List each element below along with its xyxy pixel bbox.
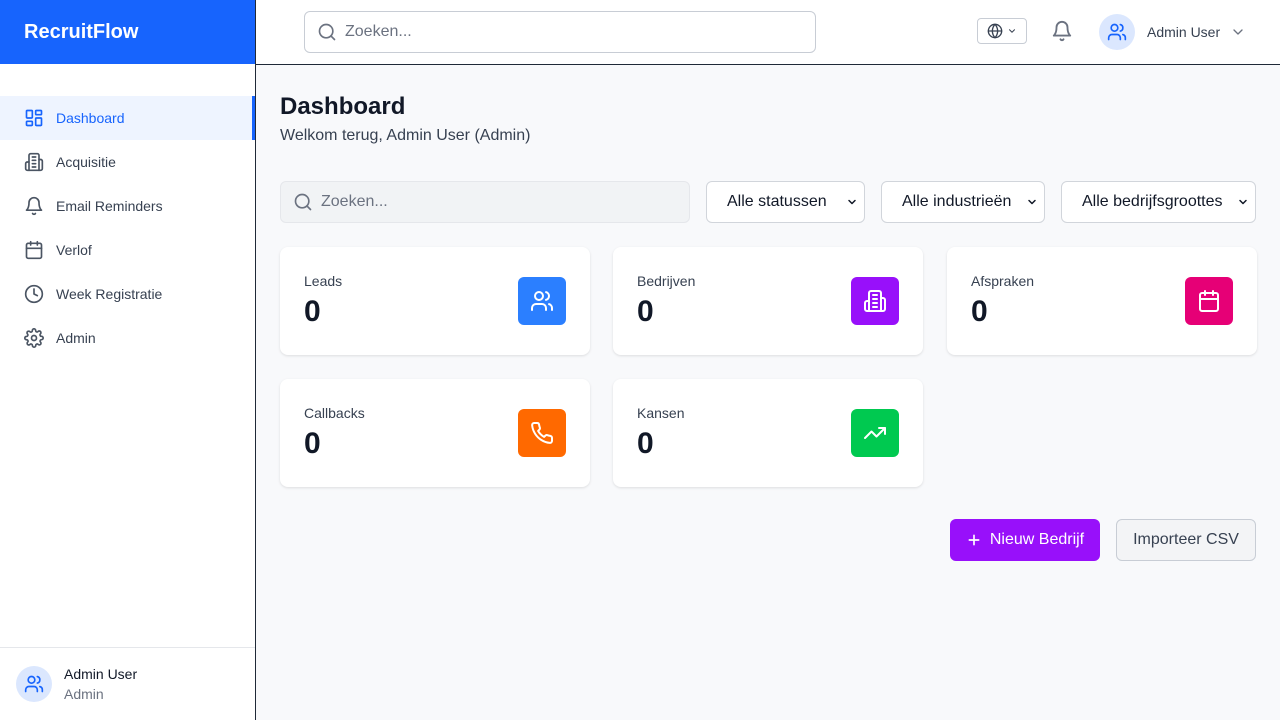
- chevron-down-icon: [1230, 24, 1246, 40]
- stat-card-label: Callbacks: [304, 405, 365, 421]
- sidebar-user-profile[interactable]: Admin User Admin: [0, 647, 255, 720]
- sidebar-item-dashboard[interactable]: Dashboard: [0, 96, 255, 140]
- stat-card-value: 0: [304, 427, 321, 460]
- filter-search-input[interactable]: [321, 193, 678, 211]
- calendar-icon: [1185, 277, 1233, 325]
- page-subtitle: Welkom terug, Admin User (Admin): [280, 127, 531, 144]
- gear-icon: [24, 328, 44, 348]
- company-size-filter-value: Alle bedrijfsgroottes: [1082, 193, 1223, 210]
- stat-card-label: Kansen: [637, 405, 685, 421]
- sidebar-item-label: Acquisitie: [56, 154, 116, 170]
- new-company-label: Nieuw Bedrijf: [989, 531, 1085, 548]
- users-icon: [1107, 23, 1127, 41]
- sidebar-item-week-registratie[interactable]: Week Registratie: [0, 272, 255, 316]
- bell-icon: [24, 196, 44, 216]
- import-csv-button[interactable]: Importeer CSV: [1116, 519, 1256, 561]
- language-switcher-button[interactable]: [977, 18, 1027, 44]
- notifications-bell-icon[interactable]: [1051, 20, 1073, 47]
- sidebar-nav: Dashboard Acquisitie Email Reminders Ver…: [0, 96, 255, 360]
- user-menu-name: Admin User: [1147, 24, 1221, 40]
- sidebar-item-admin[interactable]: Admin: [0, 316, 255, 360]
- stat-card-label: Afspraken: [971, 273, 1035, 289]
- sidebar-item-email-reminders[interactable]: Email Reminders: [0, 184, 255, 228]
- status-filter-value: Alle statussen: [727, 193, 827, 210]
- stat-card-afspraken[interactable]: Afspraken 0: [947, 247, 1257, 355]
- calendar-icon: [24, 240, 44, 260]
- industry-filter-select[interactable]: Alle industrieën: [881, 181, 1045, 223]
- status-filter-select[interactable]: Alle statussen: [706, 181, 865, 223]
- chevron-down-icon: [846, 196, 858, 208]
- header-search-input[interactable]: [345, 23, 794, 41]
- sidebar-item-label: Email Reminders: [56, 198, 163, 214]
- sidebar-item-label: Admin: [56, 330, 96, 346]
- page-title: Dashboard: [280, 93, 406, 120]
- stat-card-leads[interactable]: Leads 0: [280, 247, 590, 355]
- building-icon: [24, 152, 44, 172]
- stat-card-label: Bedrijven: [637, 273, 696, 289]
- top-header: Admin User: [256, 0, 1280, 65]
- stat-card-bedrijven[interactable]: Bedrijven 0: [613, 247, 923, 355]
- avatar: [1099, 14, 1135, 50]
- user-menu[interactable]: Admin User: [1099, 14, 1246, 50]
- users-icon: [24, 675, 44, 693]
- globe-icon: [987, 23, 1003, 39]
- dashboard-grid-icon: [24, 108, 44, 128]
- filter-search[interactable]: [280, 181, 690, 223]
- phone-icon: [518, 409, 566, 457]
- stat-card-callbacks[interactable]: Callbacks 0: [280, 379, 590, 487]
- sidebar-user-role: Admin: [64, 686, 104, 702]
- sidebar-item-label: Dashboard: [56, 110, 125, 126]
- industry-filter-value: Alle industrieën: [902, 193, 1012, 210]
- stat-card-value: 0: [971, 295, 988, 328]
- main-content: Dashboard Welkom terug, Admin User (Admi…: [256, 65, 1280, 720]
- trending-up-icon: [851, 409, 899, 457]
- stat-card-value: 0: [304, 295, 321, 328]
- brand-logo[interactable]: RecruitFlow: [0, 0, 255, 64]
- stat-card-kansen[interactable]: Kansen 0: [613, 379, 923, 487]
- chevron-down-icon: [1237, 196, 1249, 208]
- chevron-down-icon: [1026, 196, 1038, 208]
- search-icon: [293, 192, 313, 212]
- new-company-button[interactable]: Nieuw Bedrijf: [950, 519, 1100, 561]
- sidebar-user-name: Admin User: [64, 666, 138, 682]
- building-icon: [851, 277, 899, 325]
- sidebar: RecruitFlow Dashboard Acquisitie Email R…: [0, 0, 256, 720]
- sidebar-item-acquisitie[interactable]: Acquisitie: [0, 140, 255, 184]
- stat-card-label: Leads: [304, 273, 343, 289]
- header-search[interactable]: [304, 11, 816, 53]
- users-icon: [518, 277, 566, 325]
- stat-card-value: 0: [637, 295, 654, 328]
- company-size-filter-select[interactable]: Alle bedrijfsgroottes: [1061, 181, 1256, 223]
- sidebar-item-label: Week Registratie: [56, 286, 163, 302]
- search-icon: [317, 22, 337, 42]
- plus-icon: [966, 532, 982, 548]
- chevron-down-icon: [1007, 26, 1017, 36]
- stat-card-value: 0: [637, 427, 654, 460]
- clock-icon: [24, 284, 44, 304]
- sidebar-item-label: Verlof: [56, 242, 92, 258]
- avatar: [16, 666, 52, 702]
- sidebar-item-verlof[interactable]: Verlof: [0, 228, 255, 272]
